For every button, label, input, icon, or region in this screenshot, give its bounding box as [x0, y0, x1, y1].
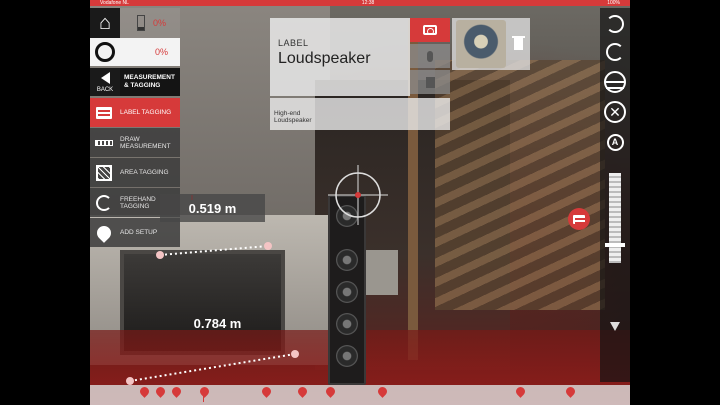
north-indicator-icon — [610, 321, 620, 331]
undo-icon — [606, 15, 624, 33]
reticle-center — [355, 192, 361, 198]
zoom-icon: A — [606, 133, 624, 151]
progress-indicator: 0% — [90, 38, 180, 66]
pin-icon — [94, 222, 114, 243]
home-icon: ⌂ — [98, 11, 112, 34]
measurement-value: 0.784 m — [193, 315, 242, 331]
zoom-slider-thumb[interactable] — [605, 243, 625, 247]
tag-timeline[interactable] — [90, 385, 630, 405]
document-icon — [425, 76, 435, 88]
menu-item-label: DRAW MEASUREMENT — [120, 135, 171, 150]
floating-label-tag[interactable] — [568, 208, 590, 230]
status-bar: Vodafone NL 12:38 100% — [90, 0, 630, 6]
label-description-text: High-end Loudspeaker — [274, 110, 312, 124]
label-tag-icon — [573, 214, 587, 224]
timeline-pin-icon[interactable] — [514, 385, 527, 398]
timeline-pin-icon[interactable] — [198, 385, 211, 398]
measurement-label[interactable]: 0.519 m — [160, 194, 265, 222]
menu-item-area-tagging[interactable]: AREA TAGGING — [90, 158, 180, 187]
battery-percent: 0% — [152, 18, 166, 28]
timeline-pin-icon[interactable] — [170, 385, 183, 398]
home-button[interactable]: ⌂ — [90, 8, 120, 38]
area-icon — [94, 163, 114, 183]
timeline-pin-icon[interactable] — [138, 385, 151, 398]
label-tag-icon — [94, 103, 114, 123]
clear-button[interactable]: ✕ — [603, 100, 627, 124]
measure-line-2 — [129, 353, 296, 382]
timeline-pin-icon[interactable] — [324, 385, 337, 398]
section-header: BACK MEASUREMENT & TAGGING — [90, 68, 180, 96]
label-heading: LABEL — [278, 38, 309, 48]
timeline-pin-icon[interactable] — [376, 385, 389, 398]
menu-item-label-tagging[interactable]: LABEL TAGGING — [90, 98, 180, 127]
label-actions — [410, 18, 450, 98]
label-name[interactable]: Loudspeaker — [278, 50, 402, 68]
back-arrow-icon — [100, 71, 110, 84]
clock: 12:38 — [361, 0, 375, 6]
menu-item-draw-measurement[interactable]: DRAW MEASUREMENT — [90, 128, 180, 157]
redo-button[interactable] — [603, 40, 627, 64]
menu-item-add-setup[interactable]: ADD SETUP — [90, 218, 180, 247]
menu-item-label: AREA TAGGING — [120, 169, 169, 176]
camera-button[interactable] — [410, 18, 450, 42]
timeline-pin-icon[interactable] — [564, 385, 577, 398]
freehand-icon — [94, 193, 114, 213]
ruler-icon — [94, 133, 114, 153]
progress-ring-icon — [95, 42, 115, 62]
battery-icon — [136, 15, 145, 31]
measurement-value: 0.519 m — [188, 200, 237, 216]
document-button[interactable] — [410, 70, 450, 94]
battery-indicator: 0% — [120, 8, 180, 38]
back-label: BACK — [96, 86, 114, 93]
sphere-icon — [604, 71, 626, 93]
timeline-pin-icon[interactable] — [260, 385, 273, 398]
timeline-pin-icon[interactable] — [154, 385, 167, 398]
menu-item-label: LABEL TAGGING — [120, 109, 172, 116]
measurement-label[interactable]: 0.784 m — [170, 309, 265, 337]
battery-status: 100% — [607, 0, 620, 6]
menu-item-label: ADD SETUP — [120, 229, 158, 236]
camera-icon — [423, 25, 437, 35]
microphone-icon — [427, 50, 433, 62]
measure-endpoint — [264, 242, 272, 250]
sphere-view-button[interactable] — [603, 70, 627, 94]
zoom-button[interactable]: A — [603, 130, 627, 154]
carrier-label: Vodafone NL — [100, 0, 129, 6]
tool-menu: LABEL TAGGING DRAW MEASUREMENT AREA TAGG… — [90, 98, 180, 248]
measure-endpoint — [156, 251, 164, 259]
compass-button[interactable] — [603, 314, 627, 338]
section-title: MEASUREMENT & TAGGING — [120, 68, 180, 96]
cross-icon: ✕ — [604, 101, 626, 123]
redo-icon — [606, 43, 624, 61]
measure-endpoint — [291, 350, 299, 358]
right-tool-panel: ✕ A — [600, 8, 630, 382]
trash-icon[interactable] — [512, 36, 525, 50]
menu-item-label: FREEHAND TAGGING — [120, 195, 156, 210]
measure-endpoint — [126, 377, 134, 385]
photo-thumbnail[interactable] — [456, 20, 506, 68]
zoom-slider[interactable] — [605, 173, 625, 263]
label-panel[interactable]: LABEL Loudspeaker — [270, 18, 410, 96]
timeline-pin-icon[interactable] — [296, 385, 309, 398]
label-description[interactable]: High-end Loudspeaker — [270, 98, 450, 130]
back-button[interactable]: BACK — [90, 68, 120, 96]
audio-button[interactable] — [410, 44, 450, 68]
attachment-area — [452, 18, 530, 70]
undo-button[interactable] — [603, 12, 627, 36]
progress-percent: 0% — [154, 47, 168, 57]
